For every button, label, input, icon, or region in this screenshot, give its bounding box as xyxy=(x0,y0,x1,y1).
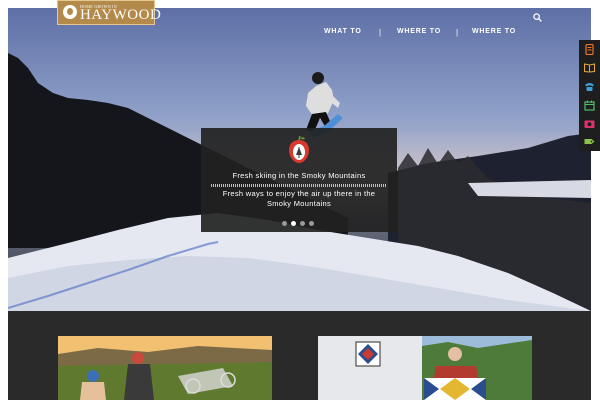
slider-dot-active[interactable] xyxy=(291,221,296,226)
cycling-photo xyxy=(58,336,272,400)
nav-item-where-to-stay[interactable]: WHERE TO xyxy=(397,28,441,35)
apple-logo-icon xyxy=(63,5,77,19)
calendar-icon[interactable] xyxy=(584,100,595,111)
nav-item-where-to-go[interactable]: WHERE TO xyxy=(472,28,516,35)
quilt-barn-photo xyxy=(318,336,532,400)
nav-item-what-to[interactable]: WHAT TO xyxy=(324,28,362,35)
haywood-logo[interactable]: HOME GROWN IN HAYWOOD xyxy=(57,0,161,25)
phone-icon[interactable] xyxy=(584,81,595,92)
logo-wordmark: HAYWOOD xyxy=(80,7,162,23)
phone-book-icon[interactable] xyxy=(584,44,595,55)
card-cycling[interactable] xyxy=(58,336,272,400)
book-icon[interactable] xyxy=(584,62,595,73)
slide-subtitle: Fresh ways to enjoy the air up there in … xyxy=(222,189,376,208)
caption-divider xyxy=(211,184,387,187)
quick-links-bar xyxy=(579,40,600,151)
slider-dot[interactable] xyxy=(282,221,287,226)
slider-dot[interactable] xyxy=(309,221,314,226)
camera-icon[interactable] xyxy=(584,118,595,129)
apple-emblem-icon xyxy=(289,136,309,163)
quilt-block xyxy=(355,341,381,367)
slider-dot[interactable] xyxy=(300,221,305,226)
nav-separator: | xyxy=(456,28,459,37)
held-quilt xyxy=(424,378,486,400)
nav-separator: | xyxy=(379,28,382,37)
slide-caption: Fresh skiing in the Smoky Mountains Fres… xyxy=(201,128,397,232)
slide-title: Fresh skiing in the Smoky Mountains xyxy=(232,171,366,180)
snow-right xyxy=(468,180,591,198)
search-icon[interactable] xyxy=(533,13,542,22)
card-quilt-barn[interactable] xyxy=(318,336,532,400)
ticket-icon[interactable] xyxy=(584,136,595,147)
